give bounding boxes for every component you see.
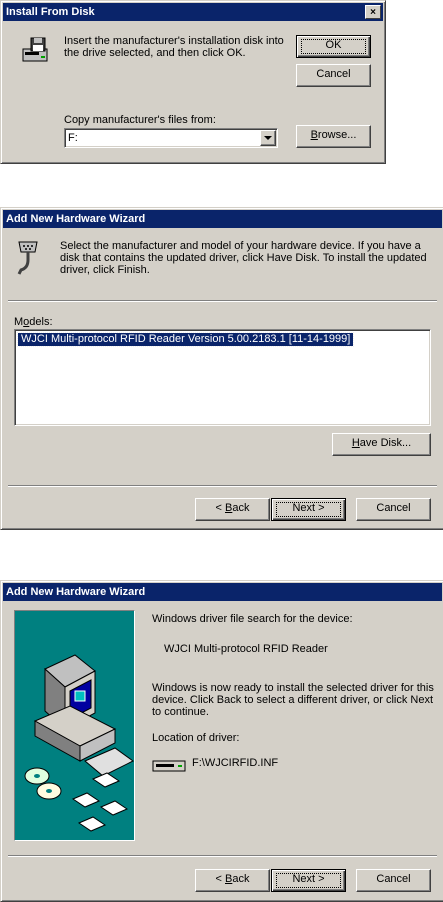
dialog-title: Install From Disk bbox=[6, 6, 95, 18]
have-disk-button[interactable]: Have Disk... bbox=[332, 433, 431, 456]
ready-line2: device. Click Back to select a different… bbox=[152, 694, 434, 706]
back-button[interactable]: < Back bbox=[195, 498, 270, 521]
model-list-item[interactable]: WJCI Multi-protocol RFID Reader Version … bbox=[16, 332, 355, 347]
disk-drive-icon bbox=[152, 760, 186, 772]
back-label-part2: ack bbox=[232, 502, 250, 514]
have-disk-label: ave Disk... bbox=[359, 437, 412, 449]
cancel-button-label: Cancel bbox=[376, 873, 411, 885]
path-combobox[interactable]: F: bbox=[64, 128, 278, 148]
browse-button[interactable]: Browse... bbox=[296, 125, 371, 148]
back-label-part1: < bbox=[215, 873, 225, 885]
separator bbox=[8, 485, 437, 487]
install-message-line2: the drive selected, and then click OK. bbox=[64, 47, 246, 59]
dropdown-arrow-button[interactable] bbox=[260, 130, 276, 146]
back-button[interactable]: < Back bbox=[195, 869, 270, 892]
next-button[interactable]: Next > bbox=[271, 498, 346, 521]
separator bbox=[8, 855, 437, 857]
focus-rect bbox=[301, 39, 366, 54]
dialog-title: Add New Hardware Wizard bbox=[6, 586, 146, 598]
driver-path: F:\WJCIRFID.INF bbox=[192, 757, 279, 769]
computer-cd-icon bbox=[24, 654, 134, 832]
install-message-line1: Insert the manufacturer's installation d… bbox=[64, 35, 284, 47]
search-label: Windows driver file search for the devic… bbox=[152, 613, 353, 625]
browse-accel: B bbox=[310, 129, 318, 141]
wizard-image-panel bbox=[14, 610, 135, 841]
cancel-button[interactable]: Cancel bbox=[296, 64, 371, 87]
device-name: WJCI Multi-protocol RFID Reader bbox=[164, 643, 328, 655]
dialog-titlebar: Add New Hardware Wizard bbox=[3, 583, 442, 601]
cancel-button-label: Cancel bbox=[316, 68, 351, 80]
models-label: Models: bbox=[14, 316, 53, 328]
focus-rect bbox=[276, 873, 341, 888]
separator bbox=[8, 300, 437, 302]
instruction-line2: disk that contains the updated driver, c… bbox=[60, 252, 427, 264]
next-button[interactable]: Next > bbox=[271, 869, 346, 892]
dropdown-arrow-icon bbox=[264, 135, 272, 140]
dialog-titlebar: Add New Hardware Wizard bbox=[3, 210, 442, 228]
back-label-part1: < bbox=[215, 502, 225, 514]
dialog-titlebar: Install From Disk × bbox=[3, 3, 383, 21]
close-button[interactable]: × bbox=[365, 5, 381, 19]
dialog-title: Add New Hardware Wizard bbox=[6, 213, 146, 225]
models-listbox[interactable]: WJCI Multi-protocol RFID Reader Version … bbox=[14, 329, 431, 426]
models-label-part1: M bbox=[14, 316, 24, 328]
install-from-disk-dialog: Install From Disk × Insert the manufactu… bbox=[0, 0, 386, 164]
hardware-wizard-models-dialog: Add New Hardware Wizard Select the manuf… bbox=[0, 207, 443, 530]
floppy-drive-icon bbox=[22, 37, 48, 62]
location-label: Location of driver: bbox=[152, 732, 240, 744]
browse-label: rowse... bbox=[317, 129, 357, 141]
hardware-wizard-ready-dialog: Add New Hardware Wizard Windows driver f… bbox=[0, 580, 443, 902]
instruction-line3: driver, click Finish. bbox=[60, 264, 150, 276]
instruction-line1: Select the manufacturer and model of you… bbox=[60, 240, 421, 252]
cancel-button-label: Cancel bbox=[376, 502, 411, 514]
ready-line1: Windows is now ready to install the sele… bbox=[152, 682, 434, 694]
models-label-part2: dels: bbox=[29, 316, 53, 328]
cancel-button[interactable]: Cancel bbox=[356, 869, 431, 892]
cancel-button[interactable]: Cancel bbox=[356, 498, 431, 521]
ok-button[interactable]: OK bbox=[296, 35, 371, 58]
focus-rect bbox=[276, 502, 341, 517]
model-list-item-text: WJCI Multi-protocol RFID Reader Version … bbox=[21, 333, 351, 345]
ready-line3: to continue. bbox=[152, 706, 209, 718]
have-disk-accel: H bbox=[351, 437, 360, 449]
back-label-part2: ack bbox=[232, 873, 250, 885]
serial-connector-icon bbox=[17, 241, 38, 275]
path-input-value[interactable]: F: bbox=[68, 132, 78, 144]
copy-files-label: Copy manufacturer's files from: bbox=[64, 114, 216, 126]
